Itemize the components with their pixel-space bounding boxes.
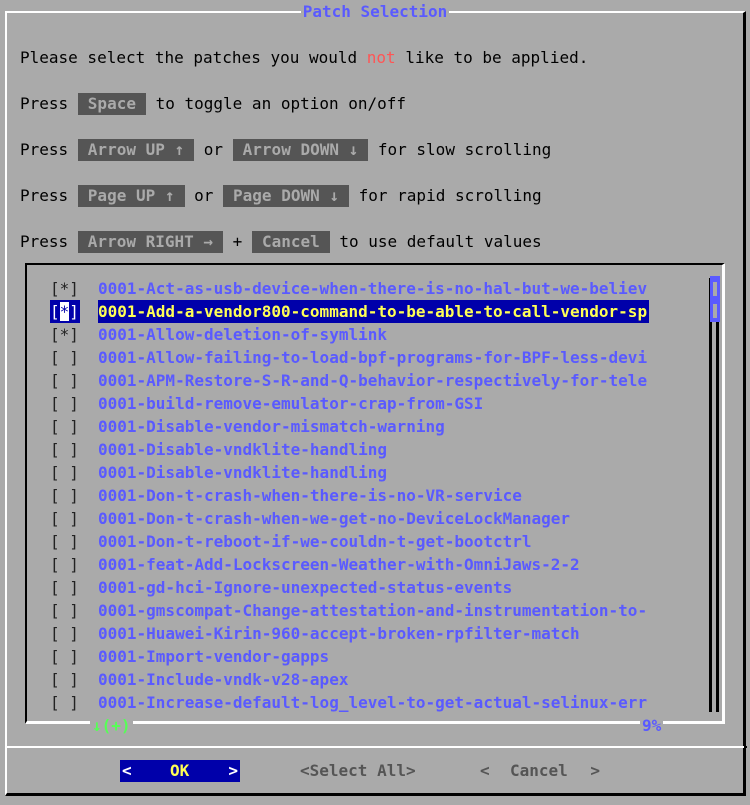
intro-text: Please select the patches you would not … <box>20 48 589 67</box>
more-items-indicator: ↓(+) <box>90 716 133 736</box>
patch-list-item[interactable]: [ ] 0001-gmscompat-Change-attestation-and… <box>50 599 647 622</box>
patch-name: 0001-Include-vndk-v28-apex <box>98 670 349 689</box>
patch-name: 0001-Add-a-vendor800-command-to-be-able-… <box>98 300 650 323</box>
patch-list-item[interactable]: [ ] 0001-Disable-vndklite-handling <box>50 461 387 484</box>
patch-checkbox[interactable]: [ ] <box>50 438 80 461</box>
key-page-down: Page DOWN ↓ <box>223 185 349 207</box>
patch-name: 0001-build-remove-emulator-crap-from-GSI <box>98 394 484 413</box>
dialog-title: Patch Selection <box>300 2 450 21</box>
patch-list-item[interactable]: [ ] 0001-Disable-vndklite-handling <box>50 438 387 461</box>
patch-checkbox[interactable]: [*] <box>50 277 80 300</box>
patch-list-item[interactable]: [ ] 0001-Include-vndk-v28-apex <box>50 668 348 691</box>
patch-list-item[interactable]: [ ] 0001-Huawei-Kirin-960-accept-broken-r… <box>50 622 580 645</box>
patch-list-item[interactable]: [ ] 0001-Increase-default-log_level-to-ge… <box>50 691 647 714</box>
patch-checkbox[interactable]: [ ] <box>50 622 80 645</box>
patch-name: 0001-feat-Add-Lockscreen-Weather-with-Om… <box>98 555 580 574</box>
patch-name: 0001-APM-Restore-S-R-and-Q-behavior-resp… <box>98 371 648 390</box>
patch-name: 0001-Import-vendor-gapps <box>98 647 330 666</box>
key-cancel: Cancel <box>251 231 330 253</box>
scrollbar-thumb[interactable] <box>710 276 720 322</box>
patch-checkbox[interactable]: [ ] <box>50 668 80 691</box>
patch-list-item[interactable]: [*] 0001-Act-as-usb-device-when-there-is-… <box>50 277 647 300</box>
patch-name: 0001-Allow-deletion-of-symlink <box>98 325 387 344</box>
patch-list-item[interactable]: [ ] 0001-Import-vendor-gapps <box>50 645 329 668</box>
help-line-slow-scroll: Press Arrow UP ↑ or Arrow DOWN ↓ for slo… <box>20 139 552 161</box>
patch-list-item[interactable]: [ ] 0001-APM-Restore-S-R-and-Q-behavior-r… <box>50 369 647 392</box>
not-emphasis: not <box>366 48 396 67</box>
patch-name: 0001-Act-as-usb-device-when-there-is-no-… <box>98 279 648 298</box>
patch-name: 0001-Disable-vndklite-handling <box>98 440 387 459</box>
patch-checkbox[interactable]: [ ] <box>50 369 80 392</box>
key-arrow-up: Arrow UP ↑ <box>77 139 195 161</box>
patch-list-item[interactable]: [*] 0001-Allow-deletion-of-symlink <box>50 323 387 346</box>
patch-checkbox[interactable]: [ ] <box>50 507 80 530</box>
key-page-up: Page UP ↑ <box>77 185 185 207</box>
patch-checkbox[interactable]: [ ] <box>50 691 80 714</box>
patch-list-item[interactable]: [ ] 0001-feat-Add-Lockscreen-Weather-with… <box>50 553 580 576</box>
patch-checkbox[interactable]: [ ] <box>50 599 80 622</box>
patch-checkbox[interactable]: [*] <box>50 323 80 346</box>
patch-name: 0001-Disable-vndklite-handling <box>98 463 387 482</box>
patch-list-item[interactable]: [ ] 0001-build-remove-emulator-crap-from-… <box>50 392 483 415</box>
ok-button[interactable]: < OK > <box>120 760 240 782</box>
patch-list-item[interactable]: [ ] 0001-gd-hci-Ignore-unexpected-status-… <box>50 576 512 599</box>
patch-name: 0001-Don-t-reboot-if-we-couldn-t-get-boo… <box>98 532 532 551</box>
key-arrow-right: Arrow RIGHT → <box>77 231 224 253</box>
patch-list-item[interactable]: [*] 0001-Add-a-vendor800-command-to-be-ab… <box>50 300 650 323</box>
patch-name: 0001-Increase-default-log_level-to-get-a… <box>98 693 648 712</box>
patch-checkbox[interactable]: [ ] <box>50 461 80 484</box>
button-separator <box>7 746 747 748</box>
patch-checkbox[interactable]: [ ] <box>50 645 80 668</box>
patch-checkbox[interactable]: [ ] <box>50 576 80 599</box>
patch-list-item[interactable]: [ ] 0001-Don-t-crash-when-there-is-no-VR-… <box>50 484 522 507</box>
key-arrow-down: Arrow DOWN ↓ <box>232 139 369 161</box>
key-space: Space <box>77 93 146 115</box>
patch-list-item[interactable]: [ ] 0001-Disable-vendor-mismatch-warning <box>50 415 445 438</box>
scroll-percent: 9% <box>640 716 664 736</box>
patch-checkbox[interactable]: [ ] <box>50 553 80 576</box>
help-line-defaults: Press Arrow RIGHT → + Cancel to use defa… <box>20 231 542 253</box>
patch-checkbox[interactable]: [ ] <box>50 392 80 415</box>
patch-name: 0001-Disable-vendor-mismatch-warning <box>98 417 445 436</box>
patch-name: 0001-Huawei-Kirin-960-accept-broken-rpfi… <box>98 624 580 643</box>
patch-list-item[interactable]: [ ] 0001-Don-t-reboot-if-we-couldn-t-get-… <box>50 530 531 553</box>
patch-checkbox[interactable]: [ ] <box>50 415 80 438</box>
cancel-button[interactable]: < Cancel > <box>480 760 600 782</box>
patch-name: 0001-gmscompat-Change-attestation-and-in… <box>98 601 648 620</box>
patch-checkbox[interactable]: [ ] <box>50 484 80 507</box>
patch-list-item[interactable]: [ ] 0001-Allow-failing-to-load-bpf-progra… <box>50 346 647 369</box>
patch-checkbox[interactable]: [*] <box>50 300 80 323</box>
select-all-button[interactable]: <Select All> <box>300 760 416 782</box>
patch-name: 0001-Don-t-crash-when-we-get-no-DeviceLo… <box>98 509 571 528</box>
patch-checkbox[interactable]: [ ] <box>50 346 80 369</box>
patch-name: 0001-Don-t-crash-when-there-is-no-VR-ser… <box>98 486 522 505</box>
patch-list-item[interactable]: [ ] 0001-Don-t-crash-when-we-get-no-Devic… <box>50 507 570 530</box>
patch-name: 0001-gd-hci-Ignore-unexpected-status-eve… <box>98 578 513 597</box>
help-line-rapid-scroll: Press Page UP ↑ or Page DOWN ↓ for rapid… <box>20 185 542 207</box>
scrollbar-track[interactable] <box>708 278 720 712</box>
help-line-toggle: Press Space to toggle an option on/off <box>20 93 407 115</box>
patch-checkbox[interactable]: [ ] <box>50 530 80 553</box>
patch-name: 0001-Allow-failing-to-load-bpf-programs-… <box>98 348 648 367</box>
